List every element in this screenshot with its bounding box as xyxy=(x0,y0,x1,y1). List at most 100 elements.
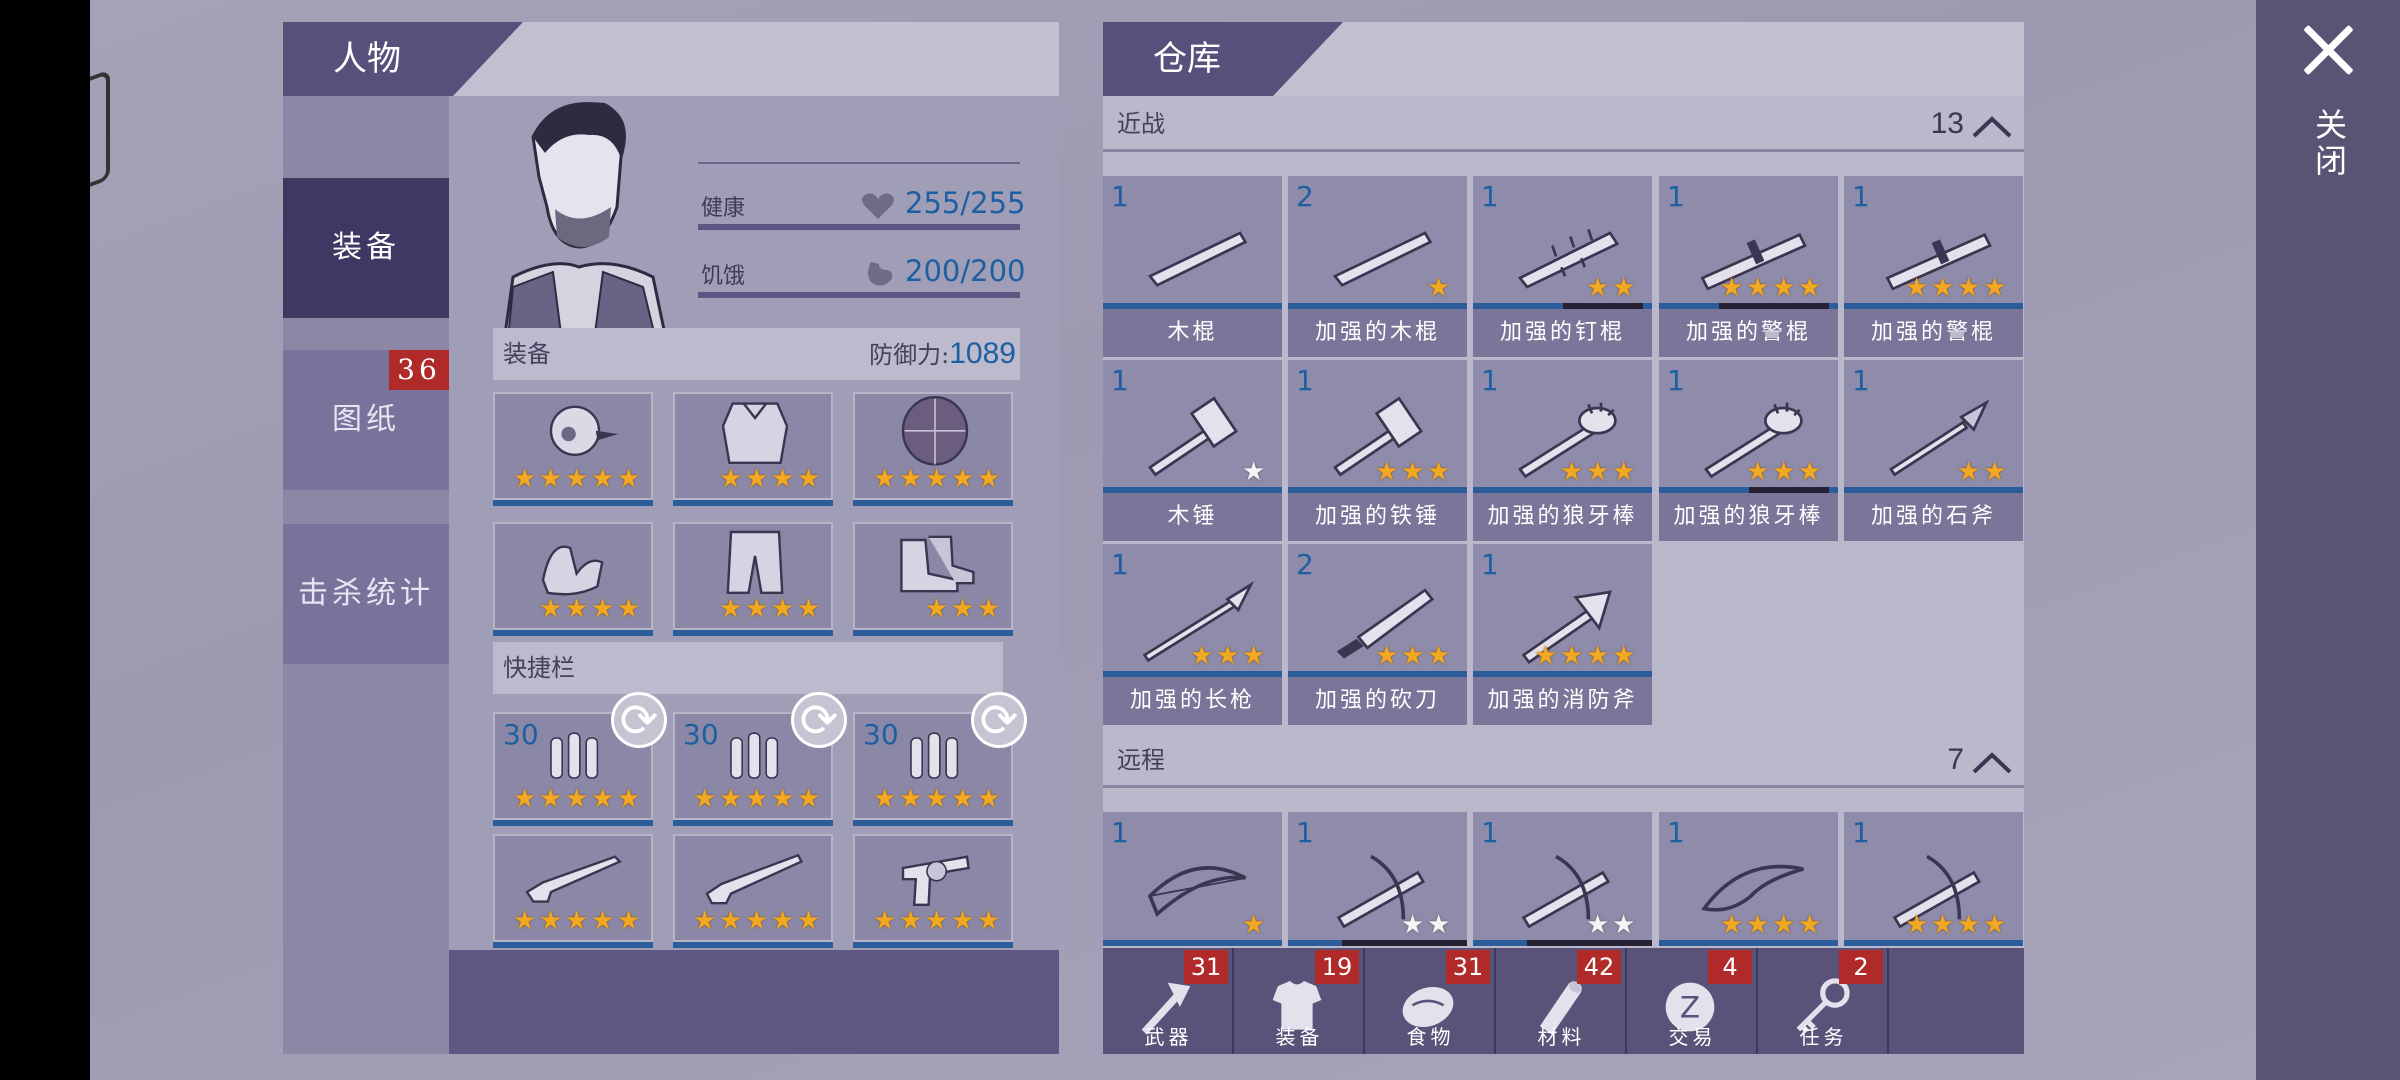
star-icon: ★ xyxy=(1586,457,1610,487)
melee-item[interactable]: 1 ★ ★ ★ ★ 加强的消防斧 xyxy=(1473,544,1652,725)
warehouse-tab-coin[interactable]: Z 4 交易 xyxy=(1627,948,1758,1054)
melee-item[interactable]: 1 ★ ★ ★ 加强的狼牙棒 xyxy=(1473,360,1652,541)
star-icon: ★ xyxy=(617,906,641,936)
melee-item[interactable]: 1 木棍 xyxy=(1103,176,1282,357)
ranged-count: 7 xyxy=(1947,743,1964,776)
ranged-item[interactable]: 1 ★ ★ xyxy=(1288,812,1467,946)
equipment-slot[interactable]: ★ ★ ★ ★ ★ xyxy=(493,392,653,506)
close-label[interactable]: 关闭 xyxy=(2305,108,2349,180)
slot-underline xyxy=(493,500,653,506)
equipment-slot[interactable]: ★ ★ ★ ★ ★ xyxy=(853,392,1013,506)
quickbar-slot[interactable]: ★ ★ ★ ★ ★ xyxy=(853,834,1013,948)
star-icon: ★ xyxy=(719,906,743,936)
star-icon: ★ xyxy=(951,594,975,624)
star-icon: ★ xyxy=(1983,457,2007,487)
revolver-icon xyxy=(901,855,970,906)
melee-item[interactable]: 2 ★ 加强的木棍 xyxy=(1288,176,1467,357)
tab-label: 交易 xyxy=(1668,1025,1717,1049)
star-icon: ★ xyxy=(1905,910,1929,940)
star-icon: ★ xyxy=(1612,641,1636,671)
item-name: 加强的警棍 xyxy=(1659,309,1838,357)
star-icon: ★ xyxy=(565,906,589,936)
star-rating: ★ ★ ★ ★ ★ xyxy=(873,786,1003,812)
nav-equipment[interactable]: 装备 xyxy=(283,178,449,318)
item-name: 加强的木棍 xyxy=(1288,309,1467,357)
melee-item[interactable]: 1 ★ ★ 加强的石斧 xyxy=(1844,360,2023,541)
ranged-item[interactable]: 1 ★ xyxy=(1103,812,1282,946)
star-icon: ★ xyxy=(1560,641,1584,671)
star-icon: ★ xyxy=(1983,273,2007,303)
quickbar-slot[interactable]: ★ ★ ★ ★ ★ xyxy=(673,834,833,948)
melee-count: 13 xyxy=(1930,107,1964,140)
equipment-slot[interactable]: ★ ★ ★ ★ xyxy=(493,522,653,636)
star-rating: ★ ★ ★ xyxy=(1190,643,1268,669)
equipment-slot[interactable]: ★ ★ ★ ★ xyxy=(673,522,833,636)
item-name: 加强的铁锤 xyxy=(1288,493,1467,541)
star-icon: ★ xyxy=(565,464,589,494)
star-icon: ★ xyxy=(1586,273,1610,303)
star-icon: ★ xyxy=(977,464,1001,494)
ranged-category-header[interactable]: 远程 7 xyxy=(1103,732,2024,788)
warehouse-tab-log[interactable]: 42 材料 xyxy=(1496,948,1627,1054)
ranged-item[interactable]: 1 ★ ★ xyxy=(1473,812,1652,946)
equipment-slot[interactable]: ★ ★ ★ xyxy=(853,522,1013,636)
refresh-icon[interactable] xyxy=(791,692,847,748)
star-icon: ★ xyxy=(539,906,563,936)
slot-underline xyxy=(493,820,653,826)
melee-item[interactable]: 1 ★ ★ ★ ★ 加强的警棍 xyxy=(1844,176,2023,357)
star-icon: ★ xyxy=(745,784,769,814)
nav-kill-stats[interactable]: 击杀统计 xyxy=(283,524,449,664)
star-icon: ★ xyxy=(591,784,615,814)
warehouse-list[interactable]: 近战 13 远程 7 1 木棍 2 ★ 加强的木棍 1 ★ ★ 加强的钉棍 1 ★ ★ ★ ★ 加强的警棍 1… xyxy=(1103,96,2024,952)
star-rating: ★ xyxy=(1427,275,1453,301)
nav-equipment-label: 装备 xyxy=(332,230,400,265)
shotgun-icon xyxy=(705,853,804,905)
melee-item[interactable]: 1 ★ ★ ★ 加强的铁锤 xyxy=(1288,360,1467,541)
warehouse-tab-meat[interactable]: 31 食物 xyxy=(1365,948,1496,1054)
melee-category-header[interactable]: 近战 13 xyxy=(1103,96,2024,152)
refresh-icon[interactable] xyxy=(971,692,1027,748)
hunger-bar xyxy=(698,292,1020,298)
close-icon[interactable] xyxy=(2298,20,2358,80)
star-icon: ★ xyxy=(539,594,563,624)
character-panel: 人物 装备 图纸 36 击杀统计 健康 255/255 饥饿 200/200 装备… xyxy=(283,22,1059,1054)
slot-underline xyxy=(673,942,833,948)
melee-item[interactable]: 2 ★ ★ ★ 加强的砍刀 xyxy=(1288,544,1467,725)
star-icon: ★ xyxy=(899,464,923,494)
character-sidenav: 装备 图纸 36 击杀统计 xyxy=(283,96,449,1054)
item-name: 加强的钉棍 xyxy=(1473,309,1652,357)
tab-label: 食物 xyxy=(1406,1025,1455,1049)
tab-count-badge: 19 xyxy=(1315,950,1359,984)
character-bottom-bar xyxy=(449,950,1059,1054)
melee-item[interactable]: 1 ★ ★ 加强的钉棍 xyxy=(1473,176,1652,357)
star-icon: ★ xyxy=(1375,457,1399,487)
melee-item[interactable]: 1 ★ ★ ★ ★ 加强的警棍 xyxy=(1659,176,1838,357)
star-icon: ★ xyxy=(951,784,975,814)
warehouse-tab-shirt[interactable]: 19 装备 xyxy=(1234,948,1365,1054)
star-icon: ★ xyxy=(693,906,717,936)
warehouse-tab-key[interactable]: 2 任务 xyxy=(1758,948,1889,1054)
slot-underline xyxy=(673,820,833,826)
melee-item[interactable]: 1 ★ ★ ★ 加强的长枪 xyxy=(1103,544,1282,725)
gloves-icon xyxy=(541,545,604,596)
star-icon: ★ xyxy=(1746,457,1770,487)
ranged-item[interactable]: 1 ★ ★ ★ ★ xyxy=(1659,812,1838,946)
star-rating: ★ ★ ★ ★ xyxy=(719,466,823,492)
ranged-item[interactable]: 1 ★ ★ ★ ★ xyxy=(1844,812,2023,946)
equipment-slot[interactable]: ★ ★ ★ ★ xyxy=(673,392,833,506)
melee-item[interactable]: 1 ★ ★ ★ 加强的狼牙棒 xyxy=(1659,360,1838,541)
star-icon: ★ xyxy=(745,594,769,624)
warehouse-tab-axe[interactable]: 31 武器 xyxy=(1103,948,1234,1054)
melee-item[interactable]: 1 ★ 木锤 xyxy=(1103,360,1282,541)
chevron-up-icon[interactable] xyxy=(1972,116,2012,138)
defense-label: 防御力: xyxy=(869,341,950,369)
nav-blueprints[interactable]: 图纸 36 xyxy=(283,350,449,490)
item-name: 加强的长枪 xyxy=(1103,677,1282,725)
quickbar-slot[interactable]: ★ ★ ★ ★ ★ xyxy=(493,834,653,948)
slot-underline xyxy=(853,942,1013,948)
refresh-icon[interactable] xyxy=(611,692,667,748)
stomach-icon xyxy=(868,262,893,286)
star-icon: ★ xyxy=(771,784,795,814)
chevron-up-icon[interactable] xyxy=(1972,752,2012,774)
tab-label: 材料 xyxy=(1537,1025,1586,1049)
